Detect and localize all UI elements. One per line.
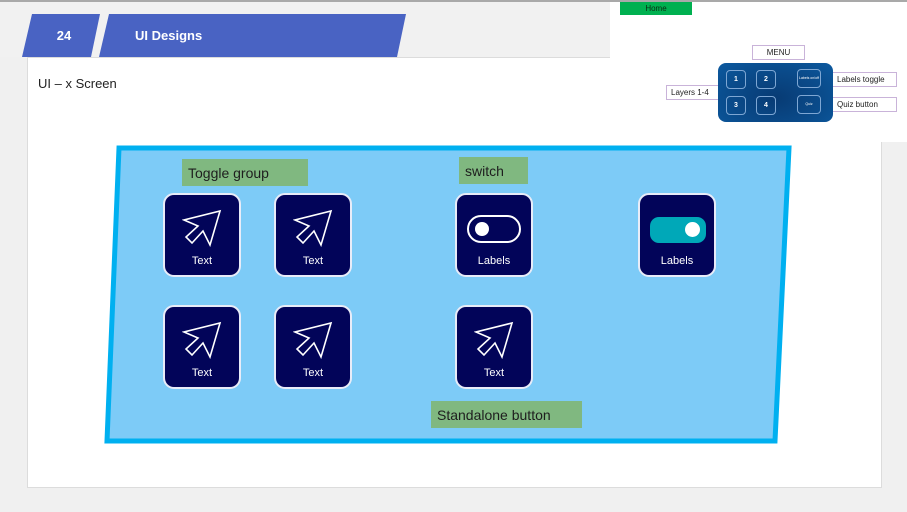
switch-knob — [475, 222, 489, 236]
switch-knob — [685, 222, 700, 237]
cursor-arrow-icon — [293, 209, 333, 248]
standalone-button[interactable]: Text — [455, 305, 533, 389]
toggle-group-button-4[interactable]: Text — [274, 305, 352, 389]
toggle-switch-on[interactable] — [650, 217, 706, 243]
toggle-switch-off[interactable] — [467, 215, 521, 243]
button-label: Text — [483, 367, 505, 379]
toggle-group-button-1[interactable]: Text — [163, 193, 241, 277]
button-label: Text — [302, 367, 324, 379]
toggle-group-note: Toggle group — [182, 159, 308, 186]
button-label: Text — [191, 255, 213, 267]
switch-label: Labels — [477, 255, 511, 267]
toggle-group-button-3[interactable]: Text — [163, 305, 241, 389]
cursor-arrow-icon — [474, 321, 514, 360]
mock-screen — [104, 145, 792, 444]
cursor-arrow-icon — [182, 321, 222, 360]
switch-off-button[interactable]: Labels — [455, 193, 533, 277]
switch-note: switch — [459, 157, 528, 184]
standalone-button-note: Standalone button — [431, 401, 582, 428]
switch-on-button[interactable]: Labels — [638, 193, 716, 277]
button-label: Text — [302, 255, 324, 267]
cursor-arrow-icon — [182, 209, 222, 248]
button-label: Text — [191, 367, 213, 379]
toggle-group-button-2[interactable]: Text — [274, 193, 352, 277]
mock-screen-panel — [104, 145, 792, 444]
cursor-arrow-icon — [293, 321, 333, 360]
switch-label: Labels — [660, 255, 694, 267]
